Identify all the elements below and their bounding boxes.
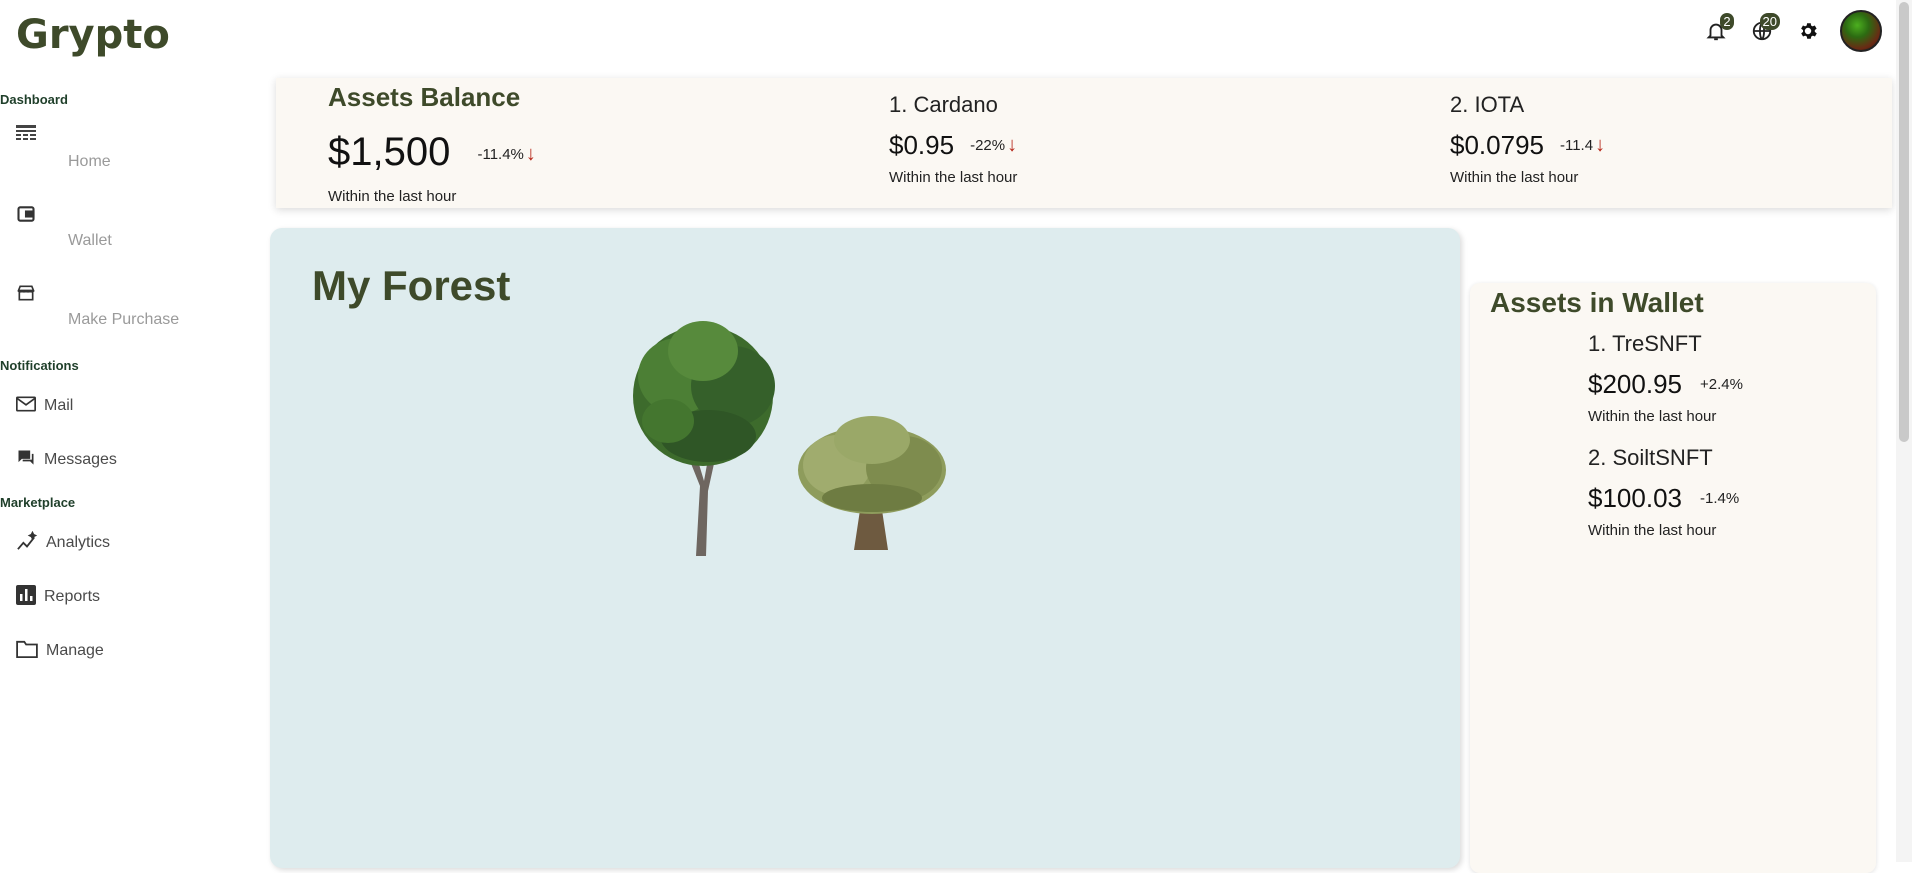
asset-title: 2. SoiltSNFT bbox=[1588, 445, 1713, 470]
sidebar-item-label: Wallet bbox=[68, 232, 112, 249]
sidebar-item-label: Reports bbox=[44, 588, 101, 605]
coin-price-row: $0.0795 -11.4 ↓ bbox=[1450, 130, 1605, 161]
sidebar: Dashboard Home Wallet Make Purchase Noti… bbox=[0, 92, 260, 678]
asset-price: $200.95 bbox=[1588, 369, 1682, 399]
sidebar-item-label: Messages bbox=[44, 451, 117, 468]
tree-illustration[interactable] bbox=[618, 316, 788, 556]
coin-price: $0.95 bbox=[889, 130, 955, 160]
coin-card[interactable]: 1. Cardano $0.95 -22% ↓ Within the last h… bbox=[889, 92, 1017, 186]
notifications-button[interactable]: 2 bbox=[1702, 13, 1734, 45]
analytics-icon bbox=[16, 530, 38, 556]
scrollbar-thumb[interactable] bbox=[1899, 2, 1909, 442]
sidebar-item-make-purchase[interactable]: Make Purchase bbox=[0, 271, 260, 350]
page-scrollbar[interactable] bbox=[1896, 0, 1912, 862]
sidebar-item-messages[interactable]: Messages bbox=[0, 433, 260, 487]
sidebar-item-label: Manage bbox=[46, 642, 104, 659]
asset-change: +2.4% bbox=[1699, 376, 1743, 393]
coin-note: Within the last hour bbox=[889, 169, 1018, 186]
coin-card[interactable]: 2. IOTA $0.0795 -11.4 ↓ Within the last h… bbox=[1450, 92, 1605, 186]
wallet-asset-item[interactable]: 2. SoiltSNFT $100.03 -1.4% Within the la… bbox=[1588, 445, 1739, 539]
wallet-icon bbox=[16, 204, 36, 229]
assets-balance-value: $1,500 -11.4% ↓ bbox=[328, 130, 536, 175]
mail-icon bbox=[15, 396, 36, 417]
wallet-assets-card: Assets in Wallet 1. TreSNFT $200.95 +2.4… bbox=[1470, 283, 1876, 873]
sidebar-item-analytics[interactable]: Analytics bbox=[0, 516, 260, 570]
forest-title: My Forest bbox=[312, 262, 511, 309]
assets-summary-card: Assets Balance $1,500 -11.4% ↓ Within th… bbox=[276, 78, 1892, 208]
wallet-asset-item[interactable]: 1. TreSNFT $200.95 +2.4% Within the last… bbox=[1588, 331, 1743, 425]
sidebar-item-label: Make Purchase bbox=[68, 311, 180, 328]
asset-price-row: $200.95 +2.4% bbox=[1588, 369, 1743, 400]
sidebar-item-home[interactable]: Home bbox=[0, 113, 260, 192]
sidebar-section-marketplace: Marketplace bbox=[0, 495, 76, 510]
coin-change: -22% ↓ bbox=[970, 134, 1017, 157]
arrow-down-icon: ↓ bbox=[525, 142, 536, 165]
arrow-down-icon: ↓ bbox=[1595, 134, 1606, 156]
assets-balance-amount: $1,500 bbox=[328, 130, 451, 174]
coin-note: Within the last hour bbox=[1450, 169, 1579, 186]
sidebar-item-label: Mail bbox=[44, 397, 74, 414]
sidebar-item-mail[interactable]: Mail bbox=[0, 379, 260, 433]
globe-badge: 20 bbox=[1759, 13, 1780, 30]
coin-price-row: $0.95 -22% ↓ bbox=[889, 130, 1017, 161]
header-actions: 2 20 bbox=[1702, 10, 1882, 52]
chat-icon bbox=[16, 448, 36, 473]
assets-balance-change: -11.4% ↓ bbox=[477, 143, 535, 166]
bar-chart-icon bbox=[16, 584, 36, 610]
folder-icon bbox=[16, 640, 38, 663]
asset-title: 1. TreSNFT bbox=[1588, 331, 1702, 356]
assets-balance-title: Assets Balance bbox=[328, 82, 521, 112]
asset-note: Within the last hour bbox=[1588, 408, 1717, 425]
sidebar-item-manage[interactable]: Manage bbox=[0, 624, 260, 678]
sidebar-item-wallet[interactable]: Wallet bbox=[0, 192, 260, 271]
change-text: -11.4% bbox=[477, 145, 524, 163]
app-logo[interactable]: Grypto bbox=[16, 12, 170, 58]
store-icon bbox=[16, 283, 36, 308]
sidebar-item-label: Home bbox=[68, 153, 111, 170]
change-text: -22% bbox=[970, 137, 1006, 154]
tree-illustration[interactable] bbox=[792, 410, 952, 550]
avatar[interactable] bbox=[1840, 10, 1882, 52]
notifications-badge: 2 bbox=[1720, 13, 1734, 30]
coin-change: -11.4 ↓ bbox=[1560, 134, 1605, 157]
assets-balance-note: Within the last hour bbox=[328, 188, 457, 205]
asset-note: Within the last hour bbox=[1588, 522, 1717, 539]
coin-title: 2. IOTA bbox=[1450, 92, 1525, 117]
sidebar-item-label: Analytics bbox=[46, 534, 111, 551]
asset-change: -1.4% bbox=[1699, 490, 1740, 507]
sidebar-section-dashboard: Dashboard bbox=[0, 92, 68, 107]
sidebar-item-reports[interactable]: Reports bbox=[0, 570, 260, 624]
asset-price: $100.03 bbox=[1588, 483, 1682, 513]
arrow-down-icon: ↓ bbox=[1007, 134, 1018, 156]
change-text: -11.4 bbox=[1559, 137, 1594, 154]
gear-icon bbox=[1801, 23, 1817, 39]
coin-title: 1. Cardano bbox=[889, 92, 998, 117]
sidebar-section-notifications: Notifications bbox=[0, 358, 79, 373]
asset-price-row: $100.03 -1.4% bbox=[1588, 483, 1739, 514]
coin-price: $0.0795 bbox=[1450, 130, 1544, 160]
settings-button[interactable] bbox=[1794, 17, 1822, 45]
globe-button[interactable]: 20 bbox=[1748, 13, 1780, 45]
forest-panel: My Forest bbox=[270, 228, 1460, 868]
dashboard-icon bbox=[16, 125, 36, 148]
wallet-assets-title: Assets in Wallet bbox=[1490, 287, 1704, 318]
